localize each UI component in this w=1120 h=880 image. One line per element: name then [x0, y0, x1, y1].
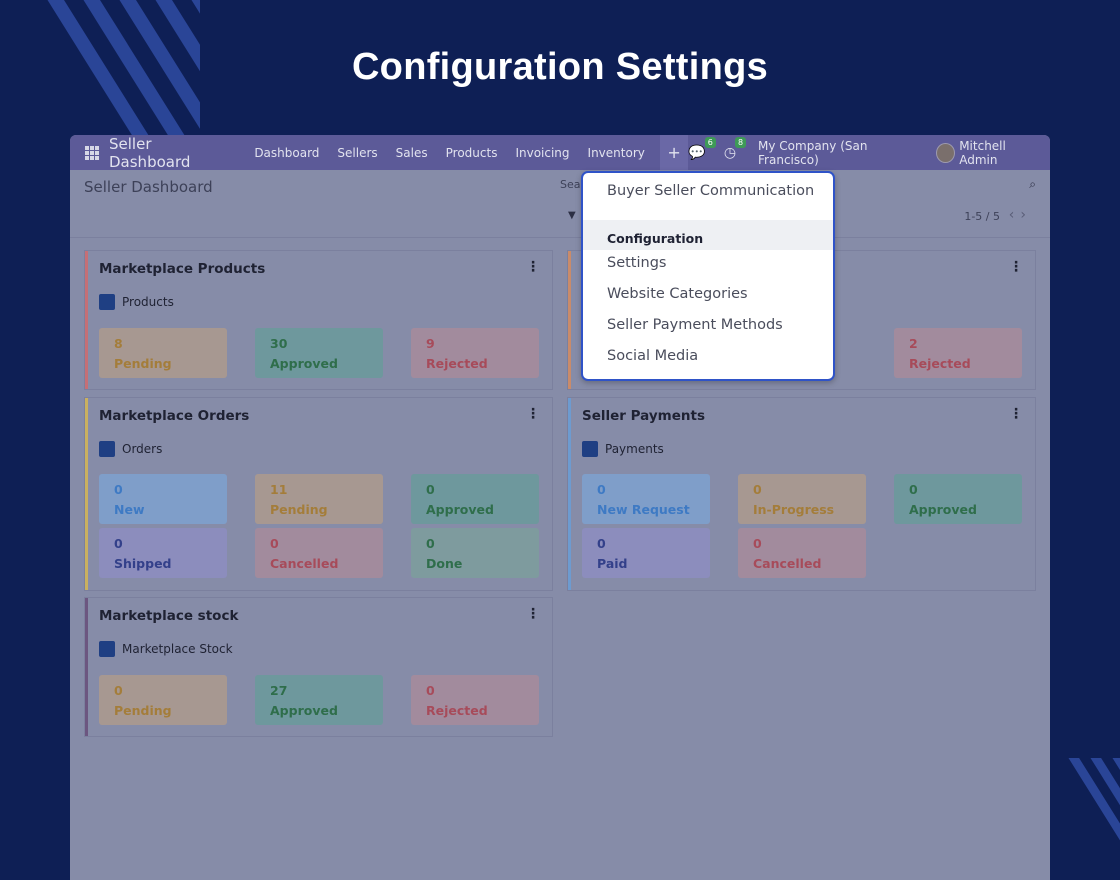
- stock-icon: [99, 641, 115, 657]
- nav-plus-menu-button[interactable]: +: [659, 135, 689, 170]
- tile-pending[interactable]: 8 Pending: [99, 328, 227, 378]
- tile-approved[interactable]: 0 Approved: [411, 474, 539, 524]
- user-avatar[interactable]: [936, 142, 956, 163]
- kebab-menu-icon[interactable]: ⋮: [526, 606, 540, 622]
- tile-approved[interactable]: 0 Approved: [894, 474, 1022, 524]
- menu-item-social-media[interactable]: Social Media: [607, 348, 698, 364]
- breadcrumb: Seller Dashboard: [84, 178, 213, 196]
- tile-done[interactable]: 0 Done: [411, 528, 539, 578]
- tile-new[interactable]: 0 New: [99, 474, 227, 524]
- tile-approved[interactable]: 30 Approved: [255, 328, 383, 378]
- app-window: Seller Dashboard Dashboard Sellers Sales…: [70, 135, 1050, 880]
- card-title: Seller Payments: [582, 408, 705, 424]
- tile-pending[interactable]: 11 Pending: [255, 474, 383, 524]
- tile-shipped[interactable]: 0 Shipped: [99, 528, 227, 578]
- nav-menu-invoicing[interactable]: Invoicing: [506, 146, 578, 160]
- card-subtitle: Orders: [99, 441, 162, 457]
- card-title: Marketplace stock: [99, 608, 239, 624]
- card-subtitle: Payments: [582, 441, 664, 457]
- menu-item-settings[interactable]: Settings: [607, 255, 666, 271]
- tile-rejected[interactable]: 0 Rejected: [411, 675, 539, 725]
- menu-section-header: Configuration: [583, 220, 833, 250]
- kebab-menu-icon[interactable]: ⋮: [1009, 406, 1023, 422]
- menu-item-website-categories[interactable]: Website Categories: [607, 286, 748, 302]
- payment-icon: [582, 441, 598, 457]
- tile-rejected[interactable]: 9 Rejected: [411, 328, 539, 378]
- nav-brand[interactable]: Seller Dashboard: [109, 135, 231, 171]
- control-panel: Seller Dashboard Sea ⌕ ▼ 1-5 / 5 ‹›: [70, 170, 1050, 238]
- card-title: Marketplace Orders: [99, 408, 250, 424]
- activities-clock-icon[interactable]: ◷ 8: [724, 136, 747, 161]
- kebab-menu-icon[interactable]: ⋮: [526, 406, 540, 422]
- top-navbar: Seller Dashboard Dashboard Sellers Sales…: [70, 135, 1050, 171]
- card-marketplace-stock[interactable]: Marketplace stock ⋮ Marketplace Stock 0P…: [84, 597, 553, 737]
- tile-cancelled[interactable]: 0 Cancelled: [738, 528, 866, 578]
- pager-arrows: ‹›: [1009, 207, 1032, 223]
- nav-menu-products[interactable]: Products: [437, 146, 507, 160]
- messages-badge: 6: [704, 136, 716, 148]
- menu-item-buyer-seller-communication[interactable]: Buyer Seller Communication: [607, 183, 814, 199]
- tile-paid[interactable]: 0 Paid: [582, 528, 710, 578]
- card-seller-payments[interactable]: Seller Payments ⋮ Payments 0 New Request …: [567, 397, 1036, 591]
- user-menu[interactable]: Mitchell Admin: [959, 139, 1042, 167]
- nav-menu-sellers[interactable]: Sellers: [328, 146, 386, 160]
- nav-menu-inventory[interactable]: Inventory: [579, 146, 654, 160]
- card-marketplace-products[interactable]: Marketplace Products ⋮ Products 8 Pending…: [84, 250, 553, 390]
- plus-dropdown-menu: Buyer Seller Communication Configuration…: [581, 171, 835, 381]
- kebab-menu-icon[interactable]: ⋮: [1009, 259, 1023, 275]
- tile-cancelled[interactable]: 0 Cancelled: [255, 528, 383, 578]
- tile-in-progress[interactable]: 0 In-Progress: [738, 474, 866, 524]
- pager-prev-button[interactable]: ‹: [1009, 207, 1021, 223]
- tile-rejected[interactable]: 2 Rejected: [894, 328, 1022, 378]
- company-switcher[interactable]: My Company (San Francisco): [758, 139, 920, 167]
- search-icon[interactable]: ⌕: [1029, 177, 1036, 192]
- nav-menu-sales[interactable]: Sales: [387, 146, 437, 160]
- nav-menu-dashboard[interactable]: Dashboard: [245, 146, 328, 160]
- kebab-menu-icon[interactable]: ⋮: [526, 259, 540, 275]
- hero-title: Configuration Settings: [351, 46, 769, 88]
- messages-icon[interactable]: 💬 6: [688, 136, 716, 161]
- decor-stripes-bottom-right: [1048, 758, 1120, 842]
- card-title: Marketplace Products: [99, 261, 266, 277]
- card-marketplace-orders[interactable]: Marketplace Orders ⋮ Orders 0 New 11 Pendi…: [84, 397, 553, 591]
- card-subtitle: Products: [99, 294, 174, 310]
- pager-next-button[interactable]: ›: [1020, 207, 1032, 223]
- tile-pending[interactable]: 0 Pending: [99, 675, 227, 725]
- activities-badge: 8: [734, 136, 747, 148]
- pager-value[interactable]: 1-5 / 5: [964, 210, 1000, 223]
- menu-item-seller-payment-methods[interactable]: Seller Payment Methods: [607, 317, 783, 333]
- list-icon: [99, 441, 115, 457]
- apps-grid-icon[interactable]: [85, 145, 99, 160]
- filter-funnel-icon[interactable]: ▼: [568, 210, 576, 221]
- bookmark-icon: [99, 294, 115, 310]
- tile-new-request[interactable]: 0 New Request: [582, 474, 710, 524]
- card-subtitle: Marketplace Stock: [99, 641, 233, 657]
- search-input[interactable]: Sea: [560, 178, 581, 191]
- tile-approved[interactable]: 27 Approved: [255, 675, 383, 725]
